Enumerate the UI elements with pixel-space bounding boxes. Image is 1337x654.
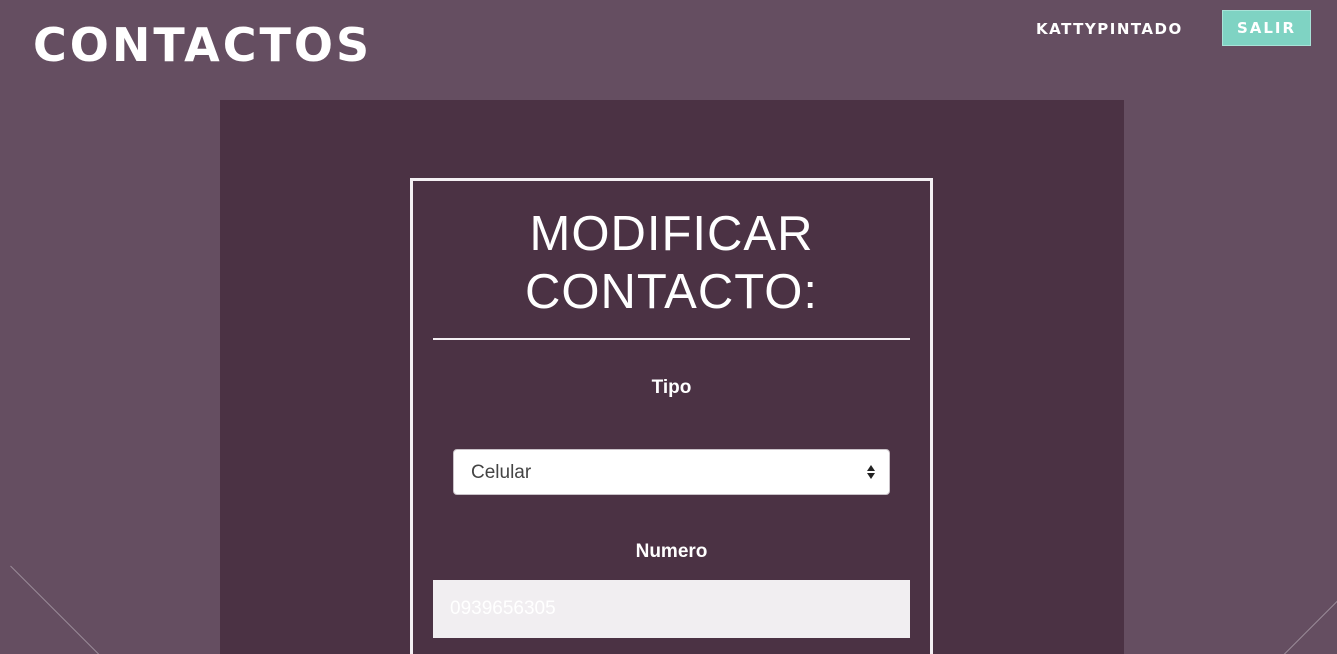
decorative-line-left: [10, 565, 110, 654]
app-title: CONTACTOS: [33, 18, 373, 72]
tipo-select[interactable]: Celular: [453, 449, 890, 495]
numero-input[interactable]: [433, 580, 910, 638]
user-name-link[interactable]: KATTYPINTADO: [1036, 19, 1183, 39]
select-updown-icon: [867, 465, 875, 479]
form-title: MODIFICAR CONTACTO:: [413, 205, 930, 321]
title-divider: [433, 338, 910, 340]
form-title-line-1: MODIFICAR: [529, 207, 814, 261]
logout-button[interactable]: SALIR: [1222, 10, 1311, 46]
numero-label: Numero: [635, 541, 708, 562]
modify-contact-form: MODIFICAR CONTACTO: Tipo Celular Numero: [410, 178, 933, 654]
decorative-line-right: [1270, 568, 1337, 654]
tipo-label: Tipo: [651, 377, 692, 398]
form-title-line-2: CONTACTO:: [524, 265, 819, 319]
tipo-select-value: Celular: [471, 462, 532, 483]
